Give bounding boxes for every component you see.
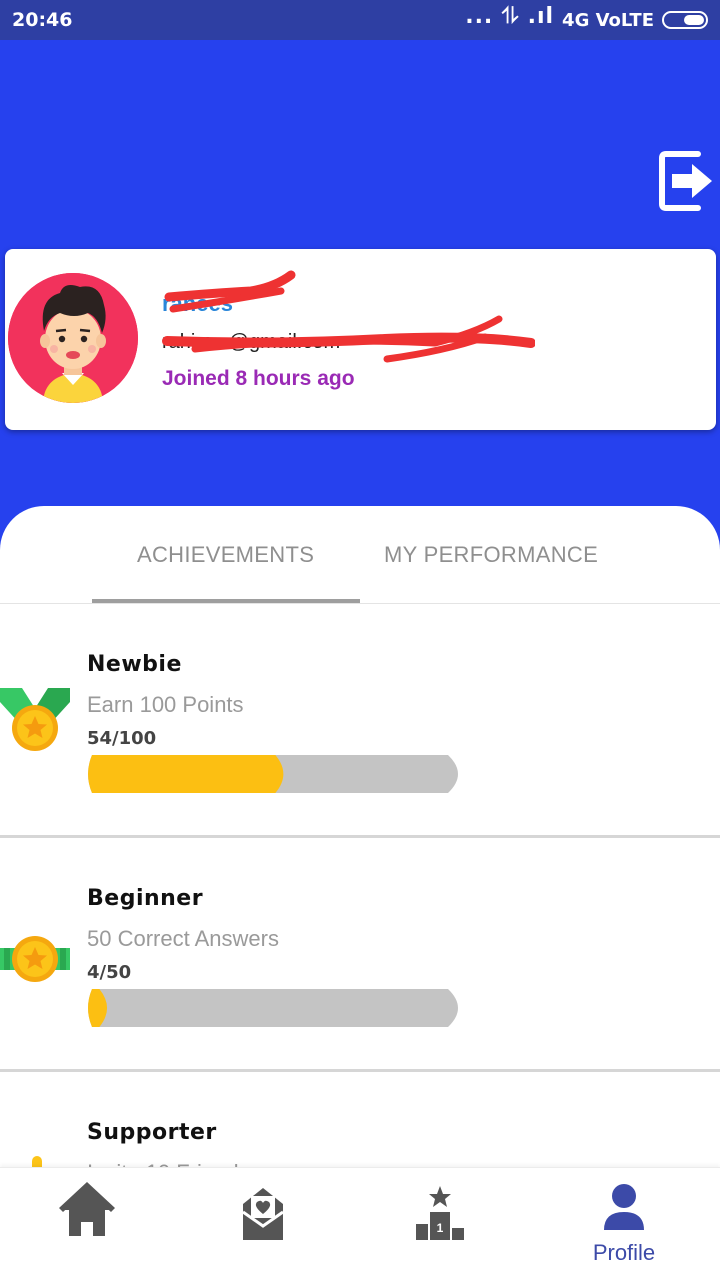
redaction-scribble bbox=[162, 270, 535, 363]
medal-ribbon-icon bbox=[0, 688, 70, 751]
logout-icon bbox=[659, 151, 712, 211]
logout-button[interactable] bbox=[658, 146, 714, 216]
mail-heart-icon bbox=[242, 1188, 284, 1240]
tab-achievements[interactable]: ACHIEVEMENTS bbox=[137, 542, 314, 568]
signal-indicators: ... ⥮ .ıl bbox=[465, 4, 555, 29]
achievement-title: Beginner bbox=[87, 886, 204, 911]
tab-my-performance[interactable]: MY PERFORMANCE bbox=[384, 542, 598, 568]
nav-invite[interactable] bbox=[213, 1182, 313, 1272]
avatar[interactable] bbox=[8, 273, 138, 403]
achievement-progress-text: 4/50 bbox=[87, 962, 132, 983]
username: rahees bbox=[162, 291, 233, 316]
network-label: 4G VoLTE bbox=[562, 9, 654, 31]
progress-bar bbox=[88, 755, 458, 793]
progress-bar bbox=[88, 989, 458, 1027]
achievement-description: 50 Correct Answers bbox=[87, 926, 279, 951]
tab-bar: ACHIEVEMENTS MY PERFORMANCE bbox=[0, 506, 720, 604]
profile-icon bbox=[604, 1184, 644, 1230]
boy-avatar-icon bbox=[8, 273, 138, 403]
achievement-newbie[interactable]: Newbie Earn 100 Points 54/100 bbox=[0, 604, 720, 838]
bottom-navigation: 1 Profile bbox=[0, 1167, 720, 1280]
profile-card: rahees rahim...@gmail.com Joined 8 hours… bbox=[5, 249, 716, 430]
leaderboard-icon: 1 bbox=[416, 1186, 464, 1240]
joined-time: Joined 8 hours ago bbox=[162, 367, 355, 390]
nav-profile-label: Profile bbox=[592, 1240, 656, 1265]
achievement-beginner[interactable]: Beginner 50 Correct Answers 4/50 bbox=[0, 838, 720, 1072]
content-sheet: ACHIEVEMENTS MY PERFORMANCE Newbie Earn … bbox=[0, 506, 720, 1280]
achievement-title: Newbie bbox=[87, 652, 182, 677]
battery-icon bbox=[662, 11, 708, 29]
home-icon bbox=[59, 1182, 115, 1236]
achievement-description: Earn 100 Points bbox=[87, 692, 244, 717]
tab-indicator bbox=[92, 599, 360, 603]
progress-fill bbox=[88, 755, 284, 793]
achievement-progress-text: 54/100 bbox=[87, 728, 157, 749]
svg-text:1: 1 bbox=[437, 1221, 444, 1235]
profile-screen: 20:46 ... ⥮ .ıl 4G VoLTE rahees rahim...… bbox=[0, 0, 720, 1280]
status-indicators: ... ⥮ .ıl 4G VoLTE bbox=[465, 4, 708, 31]
nav-leaderboard[interactable]: 1 bbox=[390, 1182, 490, 1272]
status-bar: 20:46 ... ⥮ .ıl 4G VoLTE bbox=[0, 0, 720, 40]
email: rahim...@gmail.com bbox=[162, 331, 341, 353]
status-time: 20:46 bbox=[12, 9, 73, 31]
medal-ribbon-icon bbox=[0, 936, 70, 982]
achievement-title: Supporter bbox=[87, 1120, 217, 1145]
nav-home[interactable] bbox=[37, 1182, 137, 1272]
progress-track bbox=[88, 989, 458, 1027]
nav-profile[interactable]: Profile bbox=[574, 1182, 674, 1272]
